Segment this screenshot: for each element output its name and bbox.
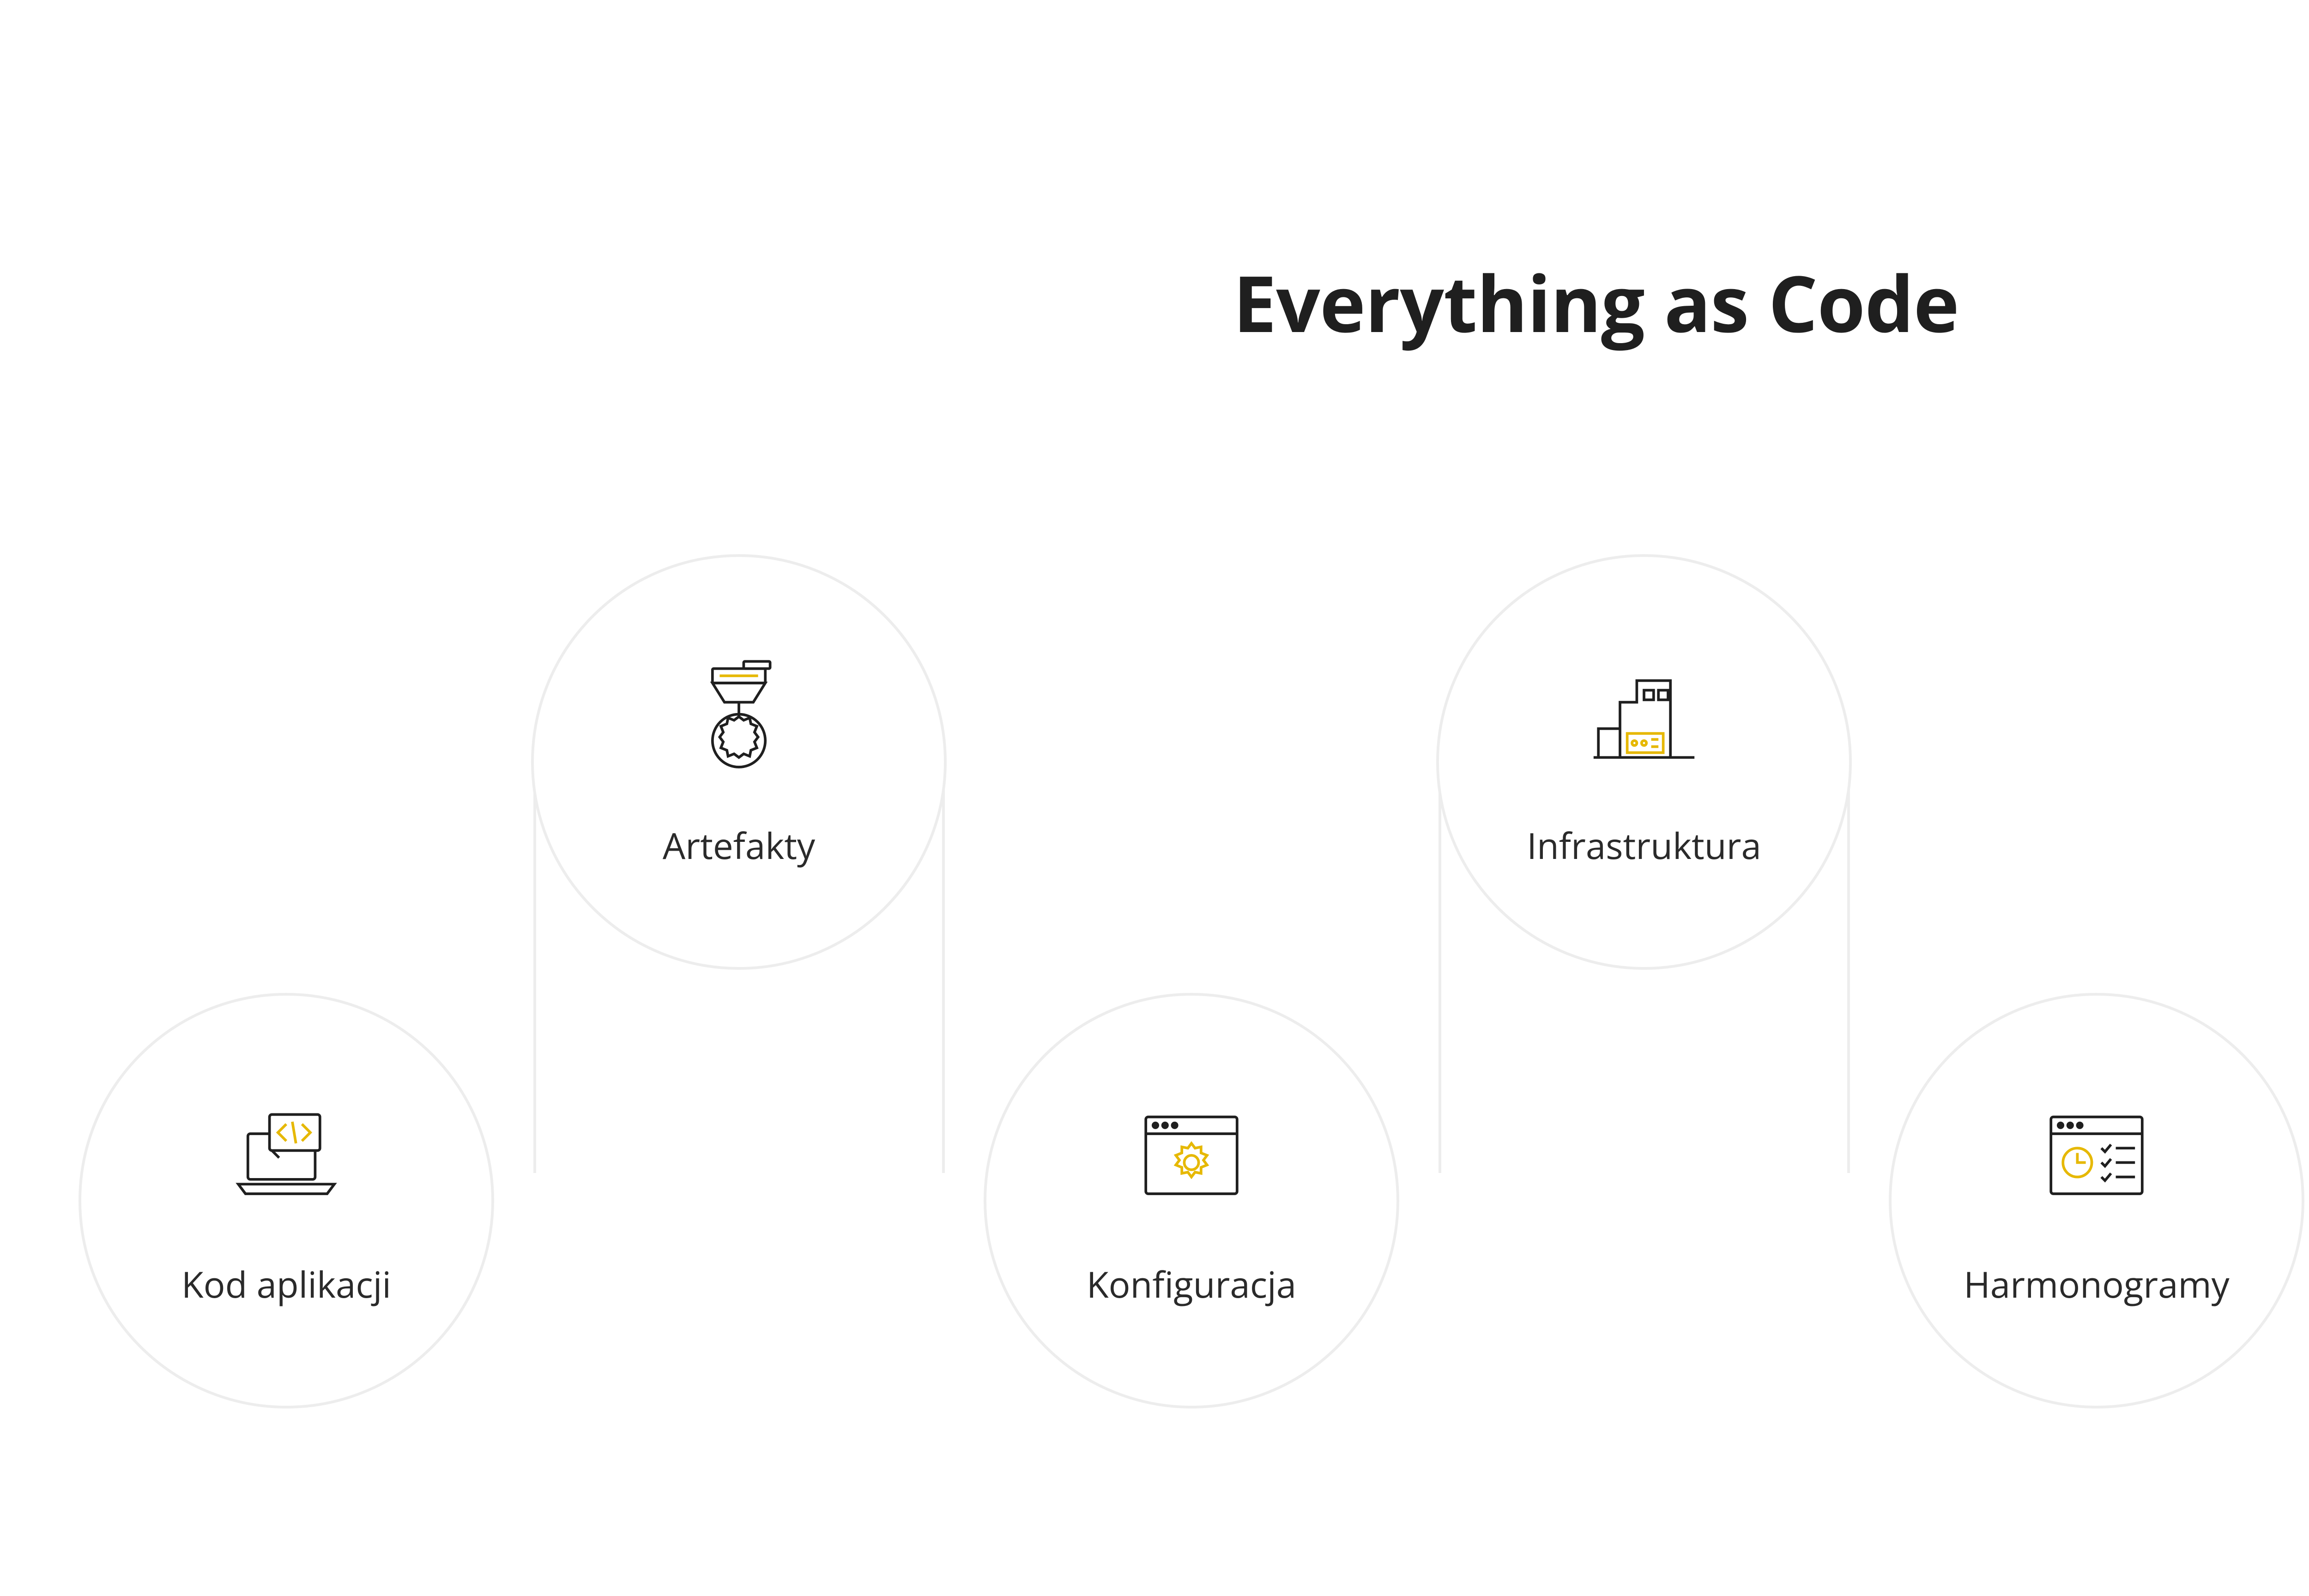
node-label: Artefakty — [663, 821, 815, 870]
diagram-container: Kod aplikacji Artefakty — [0, 554, 2309, 1432]
node-harmonogramy: Harmonogramy — [1889, 993, 2304, 1409]
connector — [942, 790, 945, 1173]
node-label: Harmonogramy — [1964, 1259, 2229, 1308]
node-label: Infrastruktura — [1527, 821, 1761, 870]
schedule-window-icon — [2032, 1093, 2161, 1222]
node-infrastruktura: Infrastruktura — [1436, 554, 1852, 970]
connector — [1439, 790, 1441, 1173]
artifact-medal-icon — [674, 654, 804, 784]
connector — [533, 790, 536, 1173]
infrastructure-building-icon — [1579, 654, 1709, 784]
node-label: Kod aplikacji — [181, 1259, 391, 1308]
page-title: Everything as Code — [0, 249, 2309, 355]
code-laptop-icon — [222, 1093, 351, 1222]
node-kod-aplikacji: Kod aplikacji — [79, 993, 494, 1409]
node-artefakty: Artefakty — [531, 554, 947, 970]
node-konfiguracja: Konfiguracja — [984, 993, 1399, 1409]
node-label: Konfiguracja — [1087, 1259, 1296, 1308]
config-window-icon — [1127, 1093, 1256, 1222]
connector — [1847, 790, 1850, 1173]
